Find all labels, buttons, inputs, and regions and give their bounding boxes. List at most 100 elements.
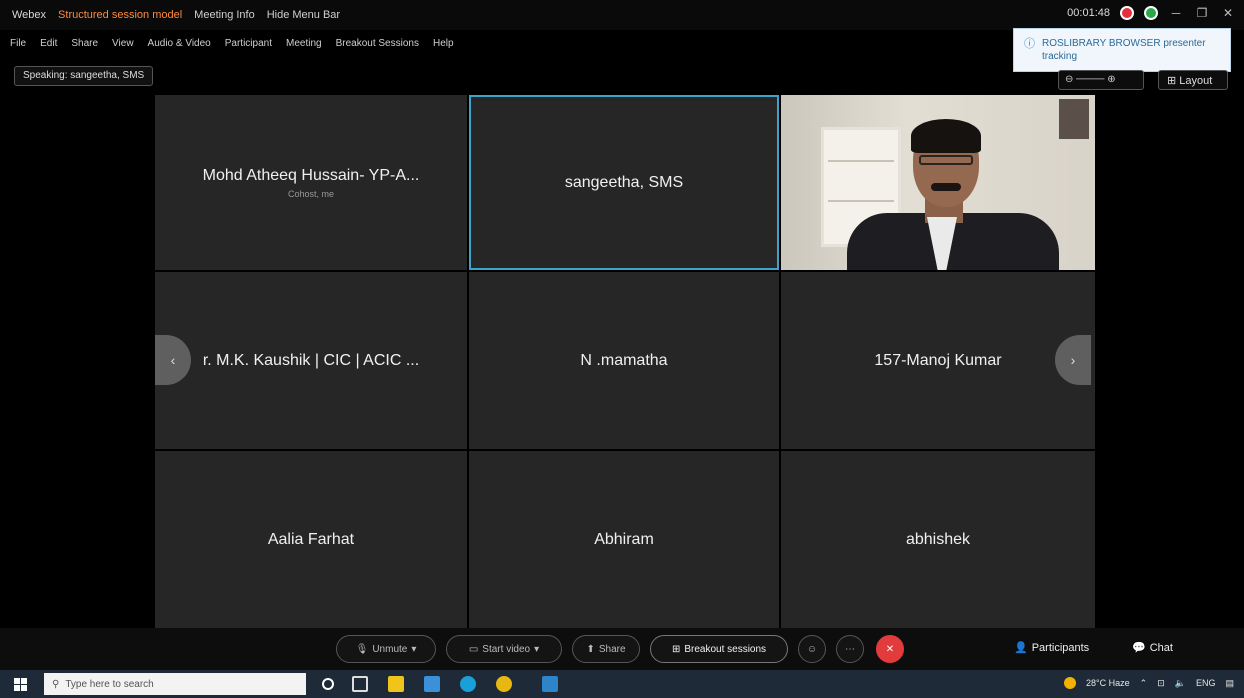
- share-icon: ⬆: [586, 643, 595, 655]
- title-bar: Webex Structured session model Meeting I…: [0, 0, 1244, 30]
- participant-tile[interactable]: Aalia Farhat: [155, 451, 467, 629]
- language-indicator[interactable]: ENG: [1196, 678, 1216, 688]
- breakout-label: Breakout sessions: [684, 643, 767, 655]
- video-person-hair: [911, 119, 981, 153]
- participant-name: 157-Manoj Kumar: [874, 351, 1002, 369]
- meeting-timer: 00:01:48: [1067, 7, 1110, 19]
- participant-grid: Mohd Atheeq Hussain- YP-A... Cohost, me …: [155, 95, 1095, 629]
- participant-name: r. M.K. Kaushik | CIC | ACIC ...: [202, 351, 420, 369]
- chat-label: Chat: [1149, 641, 1173, 654]
- participants-button[interactable]: 👤 Participants: [1014, 641, 1090, 655]
- edge-icon[interactable]: [460, 676, 476, 692]
- menu-item-breakout[interactable]: Breakout Sessions: [336, 38, 419, 49]
- participant-video-tile[interactable]: [781, 95, 1095, 270]
- more-icon: ⋯: [845, 643, 855, 655]
- task-view-icon[interactable]: [352, 676, 368, 692]
- security-icon[interactable]: [1144, 6, 1158, 20]
- windows-start-icon[interactable]: [14, 678, 27, 691]
- video-person-glasses: [919, 155, 973, 165]
- notification-toast[interactable]: ⓘ ROSLIBRARY BROWSER presenter tracking: [1013, 28, 1231, 72]
- grid-icon: ⊞: [1167, 75, 1177, 87]
- chat-button[interactable]: 💬 Chat: [1132, 641, 1173, 655]
- participants-icon: 👤: [1014, 642, 1028, 654]
- store-icon[interactable]: [424, 676, 440, 692]
- maximize-icon[interactable]: ❐: [1194, 6, 1210, 20]
- close-icon: ✕: [885, 643, 895, 655]
- menu-item-participant[interactable]: Participant: [225, 38, 272, 49]
- participant-name: sangeetha, SMS: [564, 173, 684, 191]
- windows-taskbar: ⚲ Type here to search 28°C Haze ⌃ ⊡ 🔈 EN…: [0, 670, 1244, 698]
- notifications-icon[interactable]: ▤: [1225, 678, 1234, 689]
- chevron-down-icon: ▾: [534, 643, 540, 655]
- participant-tile[interactable]: abhishek: [781, 451, 1095, 629]
- participant-name: Aalia Farhat: [267, 531, 355, 548]
- taskbar-search-input[interactable]: ⚲ Type here to search: [44, 673, 306, 695]
- file-explorer-icon[interactable]: [388, 676, 404, 692]
- participants-label: Participants: [1031, 641, 1090, 654]
- participant-tile[interactable]: Mohd Atheeq Hussain- YP-A... Cohost, me: [155, 95, 467, 270]
- weather-icon: [1064, 677, 1077, 689]
- menu-item-audio-video[interactable]: Audio & Video: [148, 38, 211, 49]
- menu-item-file[interactable]: File: [10, 38, 26, 49]
- start-video-button[interactable]: ▭ Start video ▾: [446, 635, 562, 663]
- system-tray: 28°C Haze ⌃ ⊡ 🔈 ENG ▤: [1064, 677, 1234, 689]
- start-video-label: Start video: [482, 643, 531, 655]
- participant-tile[interactable]: N .mamatha: [469, 272, 779, 449]
- meeting-info-button[interactable]: Meeting Info: [194, 9, 255, 21]
- chrome-icon[interactable]: [496, 676, 512, 692]
- more-options-button[interactable]: ⋯: [836, 635, 864, 663]
- participant-role: Cohost, me: [287, 188, 335, 199]
- active-speaker-label: Speaking: sangeetha, SMS: [14, 66, 154, 86]
- participant-name: N .mamatha: [580, 351, 668, 369]
- minimize-icon[interactable]: ─: [1168, 6, 1184, 20]
- microphone-muted-icon: 🎙: [355, 643, 369, 655]
- menu-item-meeting[interactable]: Meeting: [286, 38, 322, 49]
- participant-name: abhishek: [905, 531, 971, 548]
- menu-item-share[interactable]: Share: [71, 38, 98, 49]
- breakout-sessions-button[interactable]: ⊞ Breakout sessions: [650, 635, 788, 663]
- meeting-control-bar: 🎙 Unmute ▾ ▭ Start video ▾ ⬆ Share ⊞ Bre…: [0, 628, 1244, 670]
- unmute-label: Unmute: [372, 643, 408, 655]
- video-picture: [1059, 99, 1089, 139]
- toast-text: ROSLIBRARY BROWSER presenter tracking: [1042, 38, 1206, 62]
- search-placeholder: Type here to search: [65, 678, 154, 690]
- chat-icon: 💬: [1132, 642, 1146, 654]
- webex-taskbar-icon[interactable]: [542, 676, 558, 692]
- volume-icon[interactable]: 🔈: [1175, 678, 1186, 689]
- video-off-icon: ▭: [468, 643, 479, 655]
- leave-meeting-button[interactable]: ✕: [876, 635, 904, 663]
- participant-tile[interactable]: Abhiram: [469, 451, 779, 629]
- menu-item-help[interactable]: Help: [433, 38, 454, 49]
- weather-text[interactable]: 28°C Haze: [1086, 678, 1130, 688]
- menu-item-edit[interactable]: Edit: [40, 38, 57, 49]
- participant-name: Mohd Atheeq Hussain- YP-A...: [202, 166, 420, 184]
- breakout-icon: ⊞: [671, 643, 681, 655]
- participant-tile[interactable]: 157-Manoj Kumar: [781, 272, 1095, 449]
- chevron-down-icon: ▾: [411, 643, 417, 655]
- share-button[interactable]: ⬆ Share: [572, 635, 640, 663]
- hide-menu-button[interactable]: Hide Menu Bar: [267, 9, 340, 21]
- search-icon: ⚲: [52, 678, 60, 690]
- video-person-moustache: [931, 183, 961, 191]
- layout-button[interactable]: ⊞ Layout: [1158, 70, 1228, 90]
- participant-tile-active-speaker[interactable]: sangeetha, SMS: [469, 95, 779, 270]
- app-name: Webex: [12, 9, 47, 21]
- share-label: Share: [598, 643, 626, 655]
- tray-chevron-icon[interactable]: ⌃: [1140, 678, 1148, 689]
- menu-item-view[interactable]: View: [112, 38, 134, 49]
- unmute-button[interactable]: 🎙 Unmute ▾: [336, 635, 436, 663]
- zoom-slider[interactable]: ⊖ ──── ⊕: [1058, 70, 1144, 90]
- network-icon[interactable]: ⊡: [1157, 678, 1165, 689]
- smiley-icon: ☺: [806, 643, 818, 655]
- recording-title: Structured session model: [58, 9, 183, 21]
- reactions-button[interactable]: ☺: [798, 635, 826, 663]
- menu-bar: File Edit Share View Audio & Video Parti…: [10, 38, 454, 49]
- recording-indicator-icon[interactable]: [1120, 6, 1134, 20]
- participant-tile[interactable]: r. M.K. Kaushik | CIC | ACIC ...: [155, 272, 467, 449]
- participant-name: Abhiram: [594, 531, 654, 548]
- close-icon[interactable]: ✕: [1220, 6, 1236, 20]
- cortana-icon[interactable]: [322, 678, 334, 690]
- layout-label: Layout: [1179, 75, 1213, 87]
- title-left: Webex Structured session model Meeting I…: [12, 9, 340, 21]
- info-icon: ⓘ: [1024, 38, 1035, 50]
